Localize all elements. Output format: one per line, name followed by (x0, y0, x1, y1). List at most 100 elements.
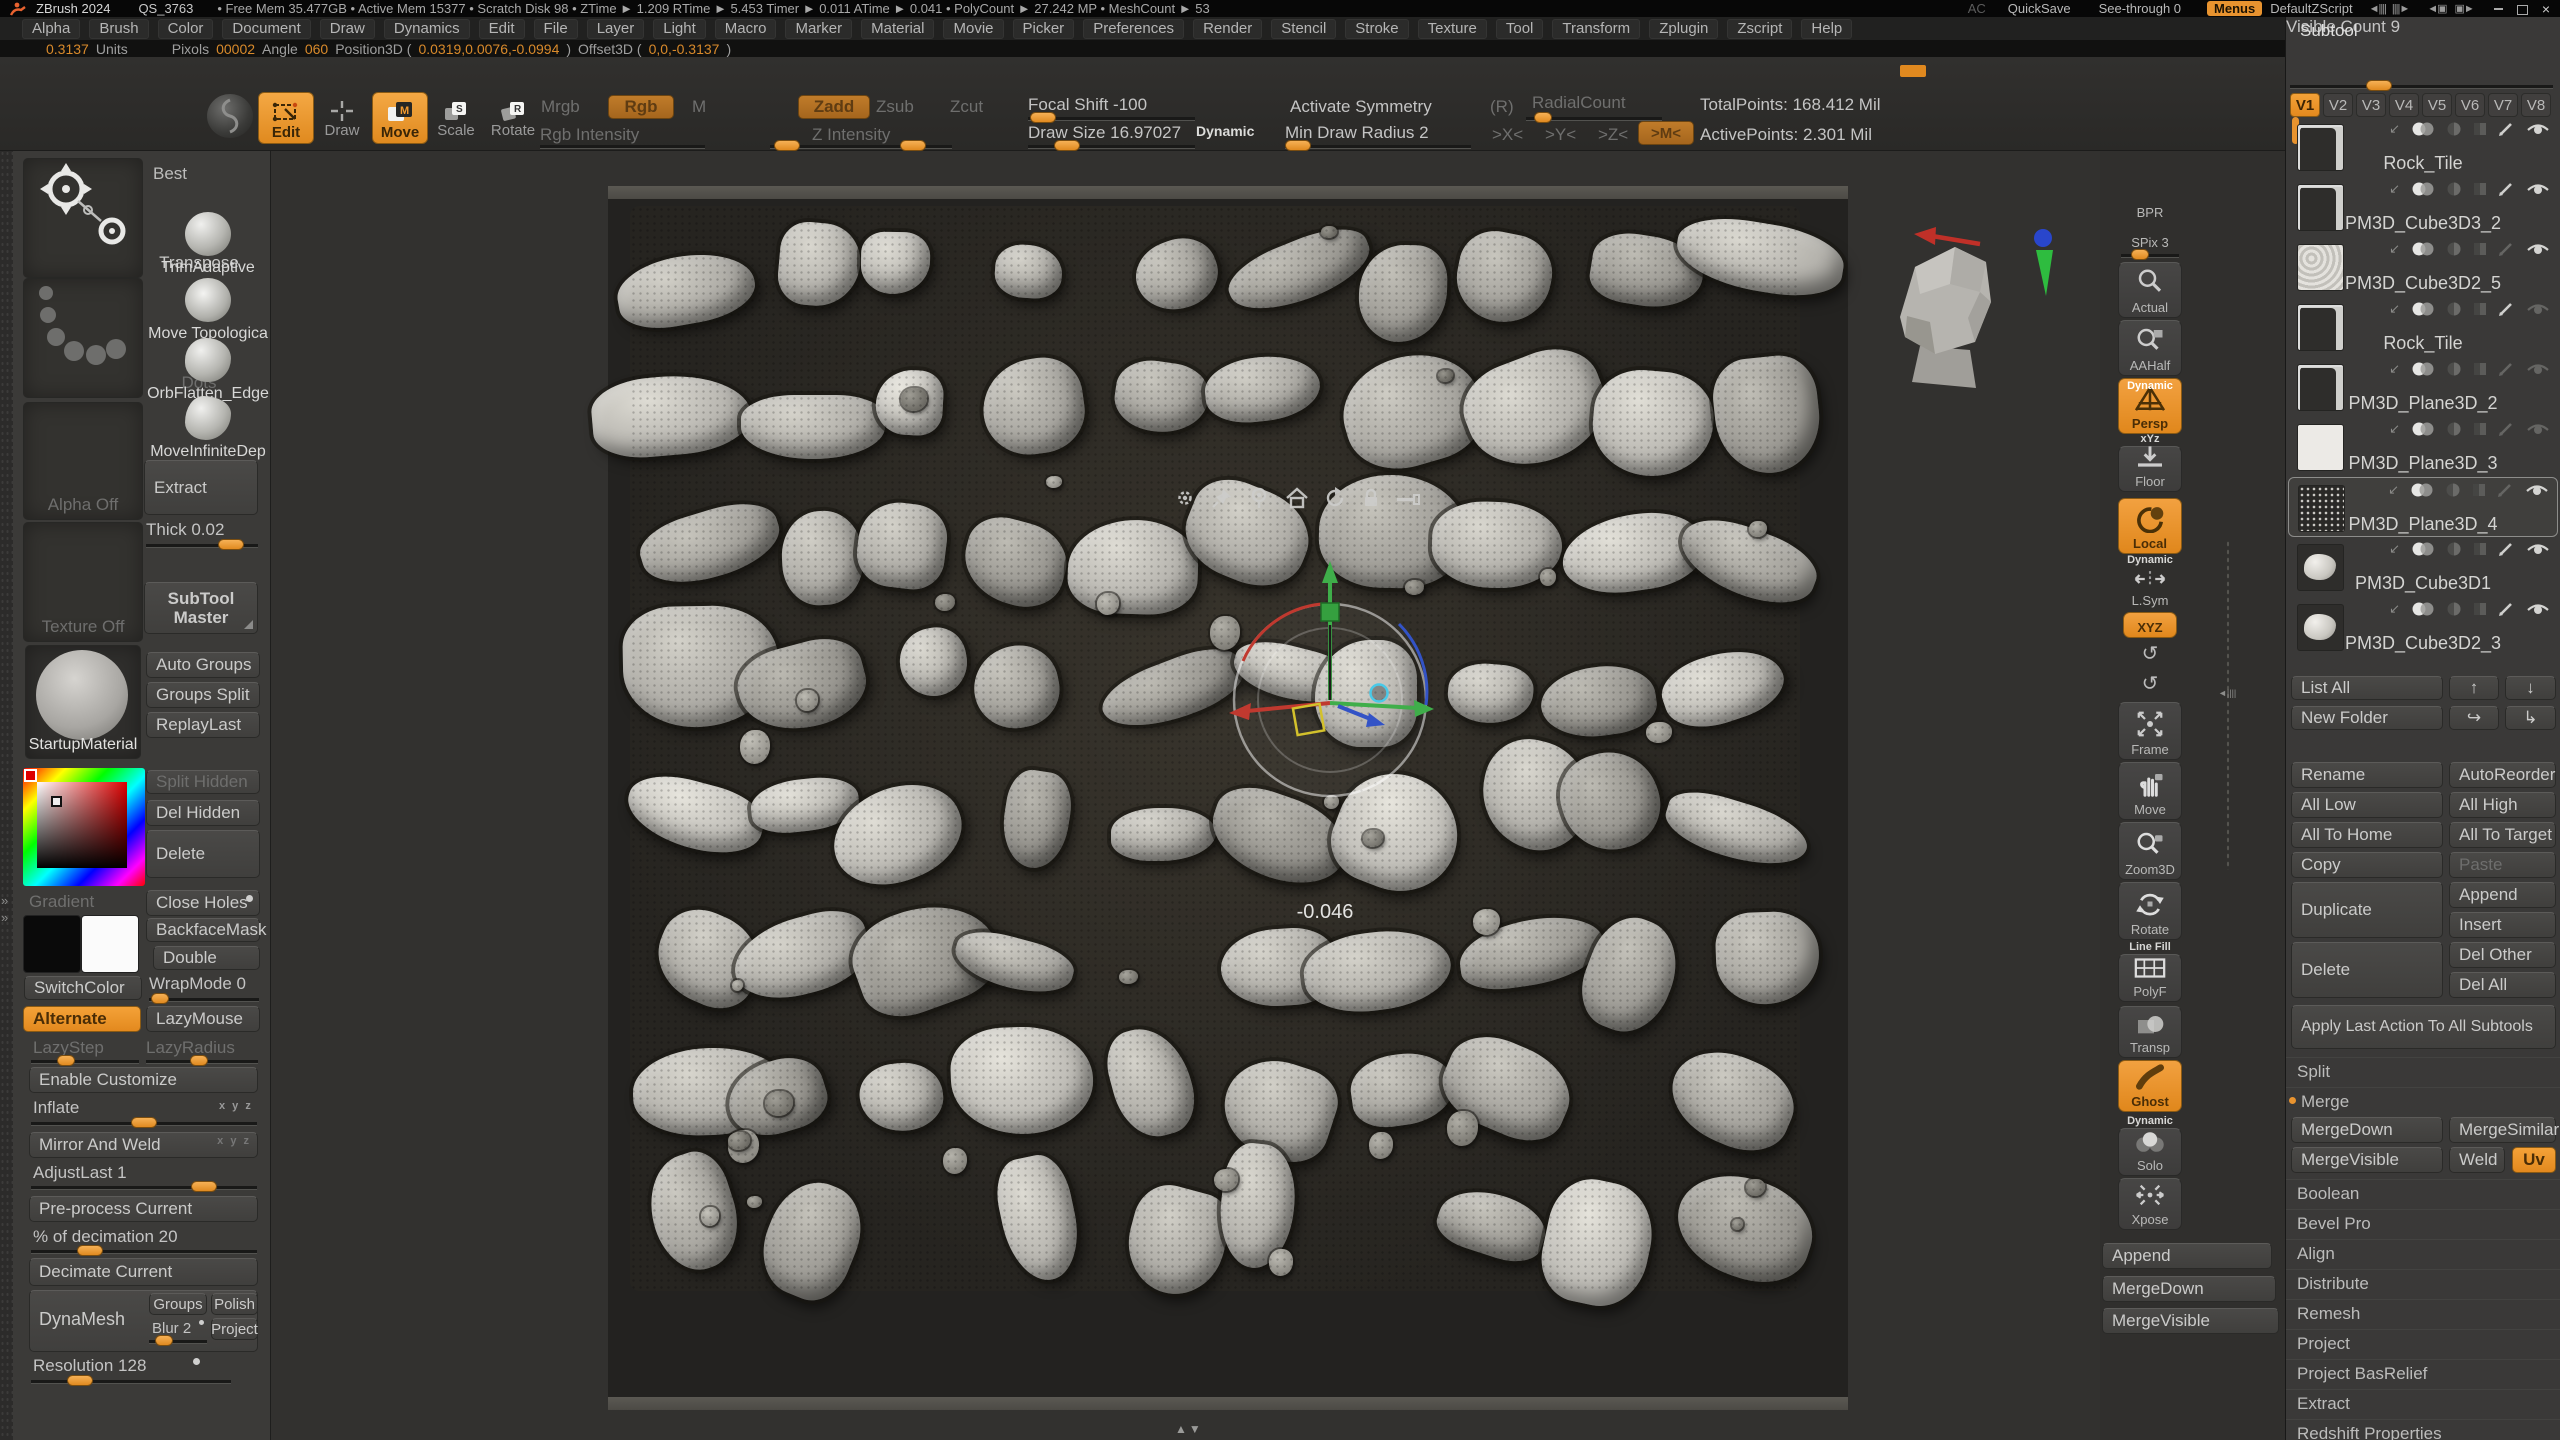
symmetry-x-toggle[interactable]: >X< (1492, 125, 1523, 145)
l-sym-button[interactable]: DynamicL.Sym (2118, 568, 2182, 610)
zsub-toggle[interactable]: Zsub (876, 97, 914, 117)
symmetry-m-toggle[interactable]: >M< (1638, 121, 1694, 145)
uv-half-icon[interactable] (2472, 361, 2488, 377)
uv-half-icon[interactable] (2472, 301, 2488, 317)
left-tray-divider[interactable]: » » (0, 150, 13, 1440)
local-button[interactable]: Local (2118, 498, 2182, 554)
home-icon[interactable] (1284, 486, 1310, 510)
rgb-toggle[interactable]: Rgb (608, 95, 674, 119)
focal-shift-slider[interactable] (1028, 117, 1195, 121)
all-to-home-button[interactable]: All To Home (2291, 822, 2443, 848)
wrap-mode-label[interactable]: WrapMode 0 (149, 974, 246, 994)
inflate-label[interactable]: Inflate (33, 1098, 79, 1118)
polypaint-icon[interactable] (2446, 241, 2462, 257)
merge-visible-button[interactable]: MergeVisible (2102, 1308, 2279, 1334)
brush-move-topological[interactable]: Move Topologica (146, 278, 270, 343)
uv-half-icon[interactable] (2472, 421, 2488, 437)
subtool-row-pm3d_cube3d2_3[interactable]: ↙PM3D_Cube3D2_3 (2288, 597, 2558, 657)
mirror-xyz-marks[interactable]: x y z (217, 1135, 251, 1147)
paintbrush-icon[interactable] (2498, 181, 2516, 197)
zadd-toggle[interactable]: Zadd (798, 95, 870, 119)
menu-tool[interactable]: Tool (1496, 19, 1544, 39)
subtool-row-pm3d_cube3d3_2[interactable]: ↙PM3D_Cube3D3_2 (2288, 177, 2558, 237)
camera-nav-head[interactable] (1880, 222, 2070, 397)
xyz-button[interactable]: XYZ (2123, 612, 2177, 638)
duplicate-button[interactable]: Duplicate (2291, 882, 2443, 938)
lazy-radius-slider[interactable] (146, 1060, 258, 1064)
hue-selector[interactable] (24, 769, 37, 782)
subtool-row-pm3d_plane3d_2[interactable]: ↙PM3D_Plane3D_2 (2288, 357, 2558, 417)
shader-circles-icon[interactable] (2410, 121, 2436, 137)
eye-icon[interactable] (2526, 301, 2550, 317)
folder-arrow-icon[interactable]: ↙ (2389, 601, 2400, 617)
wrap-mode-slider[interactable] (149, 998, 259, 1002)
menu-movie[interactable]: Movie (943, 19, 1003, 39)
menu-help[interactable]: Help (1801, 19, 1852, 39)
menu-alpha[interactable]: Alpha (22, 19, 80, 39)
current-material-icon[interactable] (207, 94, 253, 138)
del-all-button[interactable]: Del All (2449, 972, 2556, 998)
merge-down-button[interactable]: MergeDown (2102, 1276, 2276, 1302)
replay-last-button[interactable]: ReplayLast (146, 712, 260, 738)
rot-button[interactable]: ↺ (2118, 670, 2182, 698)
menu-zscript[interactable]: Zscript (1727, 19, 1792, 39)
rename-button[interactable]: Rename (2291, 762, 2443, 788)
shader-circles-icon[interactable] (2410, 181, 2436, 197)
all-low-button[interactable]: All Low (2291, 792, 2443, 818)
paintbrush-icon[interactable] (2498, 421, 2516, 437)
best-render-button[interactable]: Best (153, 164, 187, 184)
polypaint-icon[interactable] (2446, 601, 2462, 617)
menu-macro[interactable]: Macro (715, 19, 777, 39)
visibility-tab-v4[interactable]: V4 (2389, 93, 2419, 117)
uv-half-icon[interactable] (2472, 601, 2488, 617)
polypaint-icon[interactable] (2446, 541, 2462, 557)
section-distribute[interactable]: Distribute (2286, 1269, 2560, 1298)
dynamesh-groups-button[interactable]: Groups (149, 1293, 207, 1315)
alternate-button[interactable]: Alternate (23, 1006, 141, 1032)
dynamic-draw-size-toggle[interactable]: Dynamic (1196, 123, 1254, 139)
menu-marker[interactable]: Marker (785, 19, 852, 39)
reset-orientation-icon[interactable] (1323, 486, 1347, 510)
dynamesh-blur-slider[interactable] (149, 1340, 207, 1344)
all-high-button[interactable]: All High (2449, 792, 2556, 818)
saturation-square[interactable] (37, 782, 127, 868)
subtool-row-pm3d_cube3d1[interactable]: ↙PM3D_Cube3D1 (2288, 537, 2558, 597)
paintbrush-icon[interactable] (2498, 301, 2516, 317)
polypaint-icon[interactable] (2446, 181, 2462, 197)
menu-stencil[interactable]: Stencil (1271, 19, 1336, 39)
uv-half-icon[interactable] (2472, 241, 2488, 257)
eye-icon[interactable] (2526, 601, 2550, 617)
folder-arrow-icon[interactable]: ↙ (2388, 482, 2399, 498)
shader-circles-icon[interactable] (2410, 361, 2436, 377)
split-hidden-button[interactable]: Split Hidden (146, 770, 260, 794)
symmetry-z-toggle[interactable]: >Z< (1598, 125, 1628, 145)
zoom3d-button[interactable]: Zoom3D (2118, 822, 2182, 880)
uv-half-icon[interactable] (2472, 541, 2488, 557)
append-button[interactable]: Append (2102, 1243, 2272, 1269)
polypaint-icon[interactable] (2445, 482, 2461, 498)
move-button[interactable]: Move (2118, 762, 2182, 820)
delete-button[interactable]: Delete (146, 830, 260, 878)
lazy-mouse-button[interactable]: LazyMouse (146, 1006, 260, 1032)
restore-button[interactable] (2517, 1, 2528, 16)
stroke-dots[interactable]: Dots (23, 278, 143, 398)
zcut-toggle[interactable]: Zcut (950, 97, 983, 117)
menu-brush[interactable]: Brush (89, 19, 148, 39)
paintbrush-icon[interactable] (2498, 601, 2516, 617)
subtool-row-pm3d_plane3d_4[interactable]: ↙PM3D_Plane3D_4 (2288, 477, 2558, 537)
menu-texture[interactable]: Texture (1418, 19, 1487, 39)
secondary-color-swatch[interactable] (81, 915, 139, 973)
visibility-tab-v3[interactable]: V3 (2356, 93, 2386, 117)
backface-mask-button[interactable]: BackfaceMask (146, 918, 260, 942)
paintbrush-icon[interactable] (2498, 121, 2516, 137)
section-align[interactable]: Align (2286, 1239, 2560, 1268)
del-other-button[interactable]: Del Other (2449, 942, 2556, 968)
subtool-master-button[interactable]: SubTool Master (144, 582, 258, 634)
insert-subtool-button[interactable]: Insert (2449, 912, 2556, 938)
viewport-canvas[interactable]: -0.046 ▲▼ (270, 150, 2100, 1440)
double-button[interactable]: Double (153, 946, 260, 970)
rotate-button[interactable]: R Rotate (486, 95, 540, 141)
menu-picker[interactable]: Picker (1013, 19, 1075, 39)
menu-dynamics[interactable]: Dynamics (384, 19, 470, 39)
merge-similar-button[interactable]: MergeSimilar (2449, 1117, 2556, 1143)
